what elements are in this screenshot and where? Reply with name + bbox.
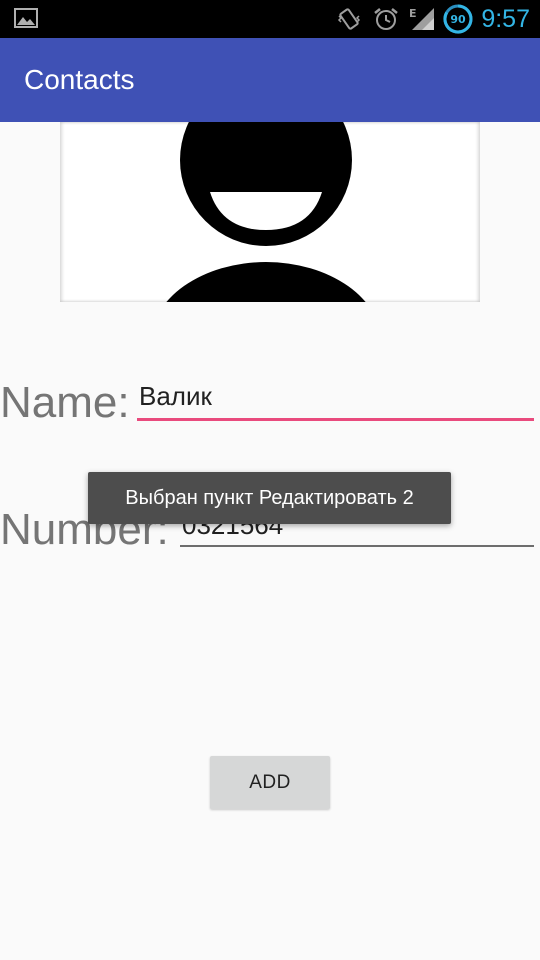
- name-field-value: Валик: [139, 381, 212, 411]
- gallery-icon: [14, 8, 38, 28]
- name-field[interactable]: Валик: [137, 380, 534, 421]
- name-label: Name:: [0, 378, 130, 427]
- add-button[interactable]: ADD: [210, 756, 330, 809]
- person-avatar-icon: [166, 122, 366, 302]
- contact-photo[interactable]: [48, 122, 492, 302]
- signal-icon: E: [409, 7, 434, 30]
- alarm-icon: [374, 8, 398, 30]
- vibrate-icon: [337, 8, 361, 30]
- app-title: Contacts: [24, 64, 135, 95]
- status-time: 9:57: [481, 5, 530, 33]
- contact-photo-card: [60, 122, 480, 302]
- status-bar: E 90 9:57: [0, 0, 540, 38]
- name-field-underline: [137, 418, 534, 421]
- app-bar: Contacts: [0, 38, 540, 122]
- toast-message: Выбран пункт Редактировать 2: [88, 472, 451, 524]
- battery-level-label: 90: [450, 13, 466, 26]
- number-field-underline: [180, 545, 534, 547]
- battery-icon: 90: [443, 4, 473, 34]
- network-type-label: E: [409, 7, 417, 20]
